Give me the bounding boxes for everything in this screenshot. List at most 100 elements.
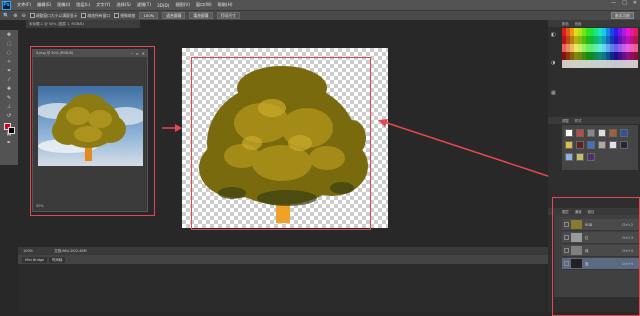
color-swatch[interactable]: [606, 36, 610, 44]
color-swatch[interactable]: [634, 44, 638, 52]
tab-mini-bridge[interactable]: Mini Bridge: [22, 256, 48, 263]
tab-swatches[interactable]: 色板: [575, 21, 582, 26]
color-swatch[interactable]: [594, 52, 598, 60]
color-swatch[interactable]: [570, 52, 574, 60]
pen-tool-icon[interactable]: ✒: [2, 139, 16, 147]
color-swatch[interactable]: [606, 28, 610, 36]
color-swatch[interactable]: [606, 44, 610, 52]
style-swatch[interactable]: [587, 141, 595, 149]
color-swatch[interactable]: [626, 44, 630, 52]
history-brush-icon[interactable]: ↺: [2, 112, 16, 120]
color-swatch[interactable]: [626, 28, 630, 36]
color-swatch[interactable]: [626, 52, 630, 60]
color-swatch[interactable]: [618, 36, 622, 44]
healing-brush-icon[interactable]: ✚: [2, 85, 16, 93]
style-swatch[interactable]: [587, 129, 595, 137]
color-swatch[interactable]: [618, 60, 622, 68]
eyedropper-icon[interactable]: ⁄: [2, 76, 16, 84]
menu-3d[interactable]: 3D(D): [157, 3, 169, 8]
color-swatch[interactable]: [602, 28, 606, 36]
color-swatch[interactable]: [622, 60, 626, 68]
style-swatch[interactable]: [576, 129, 584, 137]
color-swatch[interactable]: [574, 60, 578, 68]
color-swatch[interactable]: [590, 36, 594, 44]
color-swatch[interactable]: [570, 60, 574, 68]
style-swatch[interactable]: [609, 129, 617, 137]
color-swatch[interactable]: [582, 52, 586, 60]
style-swatch[interactable]: [576, 141, 584, 149]
color-swatch[interactable]: [622, 36, 626, 44]
color-swatch[interactable]: [634, 28, 638, 36]
color-swatch[interactable]: [570, 28, 574, 36]
color-swatch[interactable]: [614, 28, 618, 36]
tab-timeline[interactable]: 时间轴: [49, 256, 66, 263]
menu-edit[interactable]: 编辑(E): [37, 2, 51, 8]
color-swatch[interactable]: [634, 36, 638, 44]
color-swatch[interactable]: [622, 52, 626, 60]
style-swatch[interactable]: [565, 129, 573, 137]
color-swatch[interactable]: [610, 36, 614, 44]
tab-color[interactable]: 颜色: [562, 21, 569, 26]
style-swatch[interactable]: [587, 153, 595, 161]
color-swatch[interactable]: [618, 28, 622, 36]
menu-help[interactable]: 帮助(H): [218, 2, 233, 8]
color-swatch[interactable]: [562, 52, 566, 60]
brush-tool-icon[interactable]: ✎: [2, 94, 16, 102]
color-swatch[interactable]: [598, 52, 602, 60]
color-swatch[interactable]: [594, 28, 598, 36]
color-swatch[interactable]: [598, 60, 602, 68]
style-swatch[interactable]: [598, 141, 606, 149]
adjust-panel-icon[interactable]: ◑: [551, 60, 557, 66]
color-swatch[interactable]: [602, 60, 606, 68]
color-swatch[interactable]: [630, 44, 634, 52]
color-swatch[interactable]: [566, 36, 570, 44]
color-swatch[interactable]: [598, 44, 602, 52]
color-swatch[interactable]: [582, 36, 586, 44]
history-panel-icon[interactable]: ▦: [551, 90, 557, 96]
color-swatch[interactable]: [574, 52, 578, 60]
document-tab[interactable]: 未标题-1 @ 50% (图层 1, RGB/8): [26, 20, 140, 28]
color-swatch[interactable]: [562, 28, 566, 36]
menu-select[interactable]: 选择(S): [116, 2, 130, 8]
color-swatch[interactable]: [590, 44, 594, 52]
minimize-button[interactable]: —: [611, 0, 616, 6]
style-swatch[interactable]: [620, 141, 628, 149]
color-swatch[interactable]: [614, 52, 618, 60]
color-swatch[interactable]: [586, 52, 590, 60]
color-swatch[interactable]: [610, 28, 614, 36]
color-swatch[interactable]: [630, 36, 634, 44]
scrubby-zoom-checkbox[interactable]: 细微缩放: [114, 13, 135, 19]
color-swatch[interactable]: [614, 44, 618, 52]
menu-window[interactable]: 窗口(W): [196, 2, 212, 8]
menu-view[interactable]: 视图(V): [175, 2, 190, 8]
color-swatch[interactable]: [598, 36, 602, 44]
move-tool-icon[interactable]: ✥: [2, 31, 16, 39]
color-swatch[interactable]: [582, 60, 586, 68]
color-swatch[interactable]: [574, 36, 578, 44]
color-swatch[interactable]: [566, 28, 570, 36]
resize-windows-checkbox[interactable]: 调整窗口大小以满屏显示: [29, 13, 77, 19]
style-swatch[interactable]: [565, 153, 573, 161]
color-swatch[interactable]: [630, 60, 634, 68]
color-swatch[interactable]: [578, 44, 582, 52]
color-swatch[interactable]: [634, 52, 638, 60]
styles-grid[interactable]: [562, 125, 638, 170]
crop-tool-icon[interactable]: ⌗: [2, 67, 16, 75]
color-swatch[interactable]: [570, 36, 574, 44]
stamp-tool-icon[interactable]: ⊥: [2, 103, 16, 111]
color-panel-icon[interactable]: ◧: [551, 32, 557, 38]
color-swatch[interactable]: [562, 60, 566, 68]
status-doc-size[interactable]: 文档:864.2K/2.48M: [54, 249, 87, 253]
color-swatch[interactable]: [602, 36, 606, 44]
marquee-tool-icon[interactable]: ⬚: [2, 40, 16, 48]
color-swatch[interactable]: [590, 28, 594, 36]
style-swatch[interactable]: [609, 141, 617, 149]
color-swatch[interactable]: [626, 36, 630, 44]
color-swatch[interactable]: [562, 36, 566, 44]
status-zoom[interactable]: 100%: [23, 249, 33, 253]
color-swatch[interactable]: [598, 28, 602, 36]
background-color-swatch[interactable]: [8, 127, 15, 134]
color-swatch[interactable]: [622, 28, 626, 36]
color-swatch[interactable]: [582, 28, 586, 36]
color-swatch[interactable]: [610, 52, 614, 60]
